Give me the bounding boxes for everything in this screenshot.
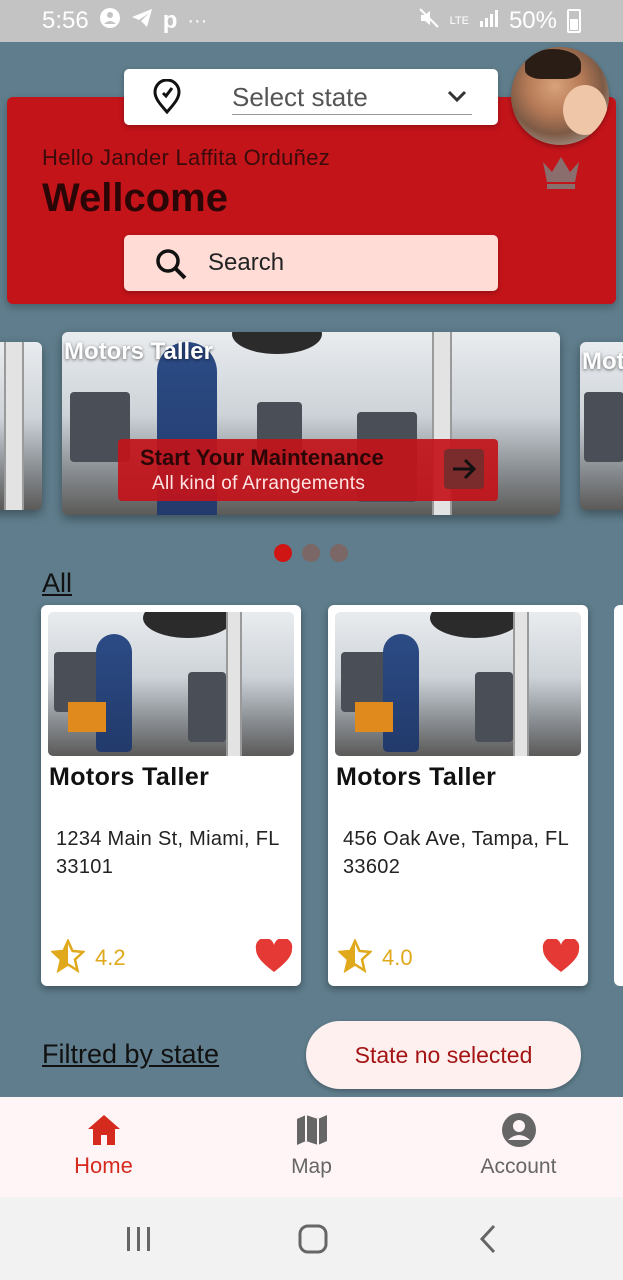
system-navigation-bar xyxy=(0,1197,623,1280)
section-filtered-label[interactable]: Filtred by state xyxy=(42,1039,219,1070)
carousel-slide-left[interactable] xyxy=(0,342,42,510)
state-select-value: Select state xyxy=(232,79,472,115)
nav-home[interactable]: Home xyxy=(0,1097,207,1197)
state-select[interactable]: Select state xyxy=(124,69,498,125)
avatar[interactable] xyxy=(511,47,609,145)
favorite-heart-icon[interactable] xyxy=(255,937,293,973)
cta-title: Start Your Maintenance xyxy=(140,445,384,470)
state-filter-button[interactable]: State no selected xyxy=(306,1021,581,1089)
nav-home-label: Home xyxy=(74,1153,133,1178)
nav-account-label: Account xyxy=(480,1155,557,1178)
carousel-right-title: Mot xyxy=(582,348,623,375)
section-all-label[interactable]: All xyxy=(42,568,72,599)
carousel-dots xyxy=(274,544,348,562)
mute-icon xyxy=(418,7,440,35)
battery-percent: 50% xyxy=(508,7,557,34)
favorite-heart-icon[interactable] xyxy=(542,937,580,973)
bottom-navigation: Home Map Account xyxy=(0,1097,623,1197)
nav-account[interactable]: Account xyxy=(415,1097,622,1197)
search-label: Search xyxy=(208,249,285,276)
shop-card[interactable]: Motors Taller 456 Oak Ave, Tampa, FL 336… xyxy=(328,605,588,986)
arrow-right-icon[interactable] xyxy=(444,449,484,489)
carousel-slide-right[interactable]: Mot xyxy=(580,342,623,510)
network-type: LTE xyxy=(449,15,469,27)
search-icon xyxy=(154,247,188,281)
carousel-dot[interactable] xyxy=(330,544,348,562)
start-maintenance-banner[interactable]: Start Your Maintenance All kind of Arran… xyxy=(118,439,498,501)
home-icon xyxy=(85,1111,123,1149)
face-icon xyxy=(99,7,121,35)
shop-card-peek[interactable] xyxy=(614,605,623,986)
back-icon[interactable] xyxy=(468,1223,508,1255)
search-button[interactable]: Search xyxy=(124,235,498,291)
shop-rating: 4.2 xyxy=(95,945,126,970)
status-bar: 5:56 p ··· LTE 50% xyxy=(0,0,623,42)
telegram-icon xyxy=(131,8,153,34)
shop-rating: 4.0 xyxy=(382,945,413,970)
carousel-dot[interactable] xyxy=(274,544,292,562)
shop-name: Motors Taller xyxy=(49,763,210,791)
signal-icon xyxy=(479,9,499,33)
shop-photo xyxy=(48,612,294,756)
carousel-title: Motors Taller xyxy=(64,338,213,365)
welcome-title: Wellcome xyxy=(42,176,228,220)
p-icon: p xyxy=(162,7,178,34)
map-icon xyxy=(293,1111,331,1149)
shop-name: Motors Taller xyxy=(336,763,497,791)
cta-subtitle: All kind of Arrangements xyxy=(152,473,366,494)
account-icon xyxy=(500,1111,538,1149)
home-circle-icon[interactable] xyxy=(292,1223,332,1255)
location-pin-icon xyxy=(150,78,184,115)
more-icon: ··· xyxy=(187,9,208,32)
shop-address: 1234 Main St, Miami, FL 33101 xyxy=(56,828,279,878)
nav-map-label: Map xyxy=(291,1155,332,1178)
recent-apps-icon[interactable] xyxy=(119,1223,159,1255)
star-icon xyxy=(50,937,86,974)
star-icon xyxy=(337,937,373,974)
crown-icon[interactable] xyxy=(540,152,582,190)
shop-card[interactable]: Motors Taller 1234 Main St, Miami, FL 33… xyxy=(41,605,301,986)
chevron-down-icon xyxy=(446,85,468,107)
battery-icon xyxy=(567,9,581,33)
shop-photo xyxy=(335,612,581,756)
greeting-text: Hello Jander Laffita Orduñez xyxy=(42,145,331,170)
status-time: 5:56 xyxy=(42,7,89,34)
nav-map[interactable]: Map xyxy=(208,1097,415,1197)
shop-address: 456 Oak Ave, Tampa, FL 33602 xyxy=(343,828,569,878)
carousel-dot[interactable] xyxy=(302,544,320,562)
